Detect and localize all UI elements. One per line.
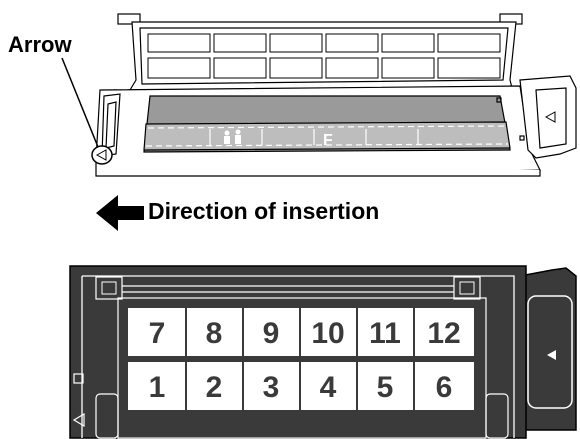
- frame-number-2: 2: [206, 371, 223, 404]
- frame-number-7: 7: [149, 317, 166, 350]
- arrow-leader-line: [61, 57, 99, 148]
- frame-number-12: 12: [427, 317, 460, 350]
- frame-number-8: 8: [206, 317, 223, 350]
- frame-number-4: 4: [320, 371, 337, 404]
- figure: F 7 8 9 10 11 12 1 2 3 4 5 6 Arrow Direc…: [0, 0, 580, 439]
- frame-number-3: 3: [263, 371, 280, 404]
- frame-number-9: 9: [263, 317, 280, 350]
- insertion-direction-label: Direction of insertion: [148, 198, 380, 224]
- frame-number-6: 6: [436, 371, 453, 404]
- strip-frame-mark: F: [323, 132, 333, 149]
- arrow-callout-label: Arrow: [8, 32, 72, 57]
- frame-number-1: 1: [149, 371, 166, 404]
- left-arrow-icon: [96, 195, 144, 231]
- frame-number-5: 5: [377, 371, 394, 404]
- frame-number-10: 10: [311, 317, 344, 350]
- open-film-holder: [91, 13, 577, 177]
- film-holder-top-view: 7 8 9 10 11 12 1 2 3 4 5 6: [69, 265, 577, 439]
- frame-number-11: 11: [369, 317, 401, 350]
